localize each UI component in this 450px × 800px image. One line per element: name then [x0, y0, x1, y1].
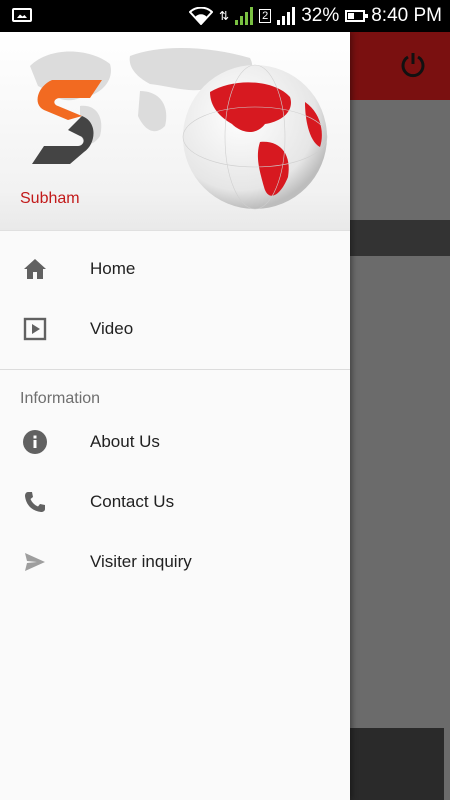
menu-item-about-us[interactable]: About Us [0, 412, 350, 472]
signal-sim1-icon [235, 7, 254, 25]
gallery-notification-icon [12, 8, 32, 22]
drawer-menu: Home Video Information About Us Contact … [0, 231, 350, 592]
send-icon [20, 547, 50, 577]
menu-item-label: Home [90, 259, 136, 278]
background-bottom-panel [350, 728, 444, 800]
power-icon[interactable] [400, 52, 426, 78]
battery-icon [345, 10, 369, 22]
user-name: Subham [20, 190, 80, 207]
clock: 8:40 PM [371, 5, 442, 26]
menu-item-home[interactable]: Home [0, 239, 350, 299]
phone-icon [20, 487, 50, 517]
info-icon [20, 427, 50, 457]
navigation-drawer: Subham Home Video Information About Us C… [0, 32, 350, 800]
menu-item-label: About Us [90, 432, 160, 451]
battery-percent: 32% [301, 5, 340, 26]
status-bar: ⇅ 2 32% 8:40 PM [0, 0, 450, 32]
signal-sim2-icon [277, 7, 296, 25]
menu-item-label: Visiter inquiry [90, 552, 192, 571]
company-logo [32, 80, 102, 164]
drawer-header: Subham [0, 32, 350, 231]
globe-graphic [182, 64, 328, 210]
menu-item-visiter-inquiry[interactable]: Visiter inquiry [0, 532, 350, 592]
section-header-information: Information [20, 390, 101, 407]
menu-item-label: Video [90, 319, 134, 338]
menu-item-contact-us[interactable]: Contact Us [0, 472, 350, 532]
sim2-label: 2 [259, 9, 272, 23]
wifi-icon [189, 7, 214, 25]
menu-item-label: Contact Us [90, 492, 175, 511]
home-icon [20, 254, 50, 284]
video-icon [20, 314, 50, 344]
data-arrows-icon: ⇅ [219, 9, 230, 23]
menu-item-video[interactable]: Video [0, 299, 350, 359]
